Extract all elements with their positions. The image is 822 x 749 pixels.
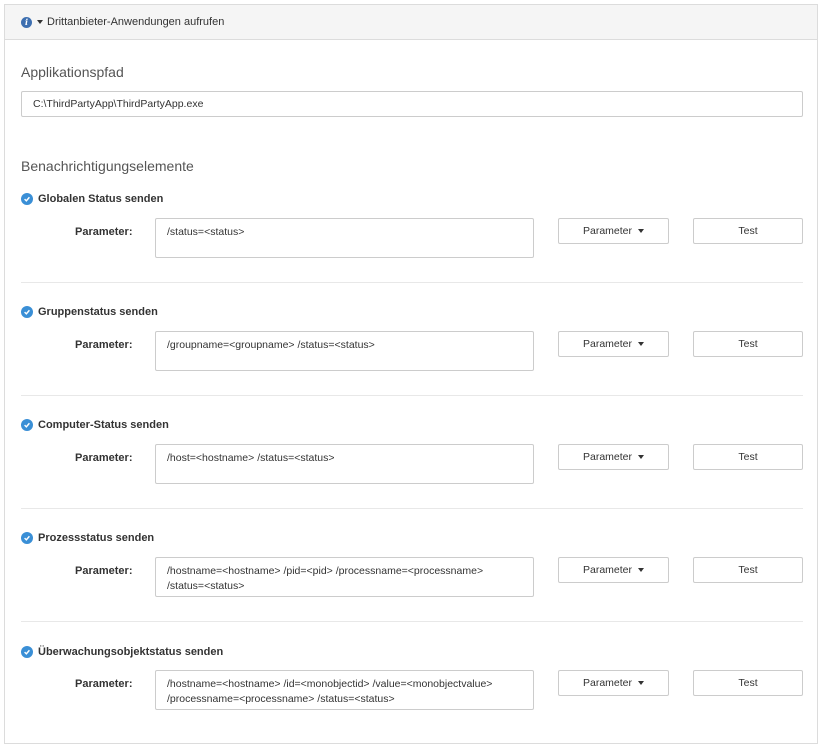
notification-item-group-status: Gruppenstatus senden Parameter: /groupna…: [21, 305, 803, 371]
caret-down-icon: [37, 20, 43, 24]
parameter-label: Parameter:: [75, 678, 133, 690]
checkbox-checked-icon[interactable]: [21, 306, 33, 318]
divider: [21, 395, 803, 396]
divider: [21, 508, 803, 509]
caret-down-icon: [638, 342, 645, 346]
notification-label: Computer-Status senden: [38, 419, 169, 431]
panel-title: Drittanbieter-Anwendungen aufrufen: [47, 16, 225, 28]
test-button[interactable]: Test: [693, 557, 803, 583]
caret-down-icon: [638, 681, 645, 685]
parameter-label: Parameter:: [75, 226, 133, 238]
parameter-textarea[interactable]: /groupname=<groupname> /status=<status>: [155, 331, 534, 371]
parameter-dropdown-button[interactable]: Parameter: [558, 670, 669, 696]
caret-down-icon: [638, 455, 645, 459]
panel-header[interactable]: i Drittanbieter-Anwendungen aufrufen: [5, 5, 817, 40]
divider: [21, 282, 803, 283]
parameter-textarea[interactable]: /hostname=<hostname> /id=<monobjectid> /…: [155, 670, 534, 710]
parameter-textarea[interactable]: /host=<hostname> /status=<status>: [155, 444, 534, 484]
parameter-button-label: Parameter: [582, 338, 633, 350]
notification-item-computer-status: Computer-Status senden Parameter: /host=…: [21, 418, 803, 484]
parameter-dropdown-button[interactable]: Parameter: [558, 218, 669, 244]
application-path-input[interactable]: C:\ThirdPartyApp\ThirdPartyApp.exe: [21, 91, 803, 117]
notification-label: Gruppenstatus senden: [38, 306, 158, 318]
notification-item-monitoring-object-status: Überwachungsobjektstatus senden Paramete…: [21, 645, 803, 710]
third-party-panel: i Drittanbieter-Anwendungen aufrufen App…: [4, 4, 818, 744]
checkbox-checked-icon[interactable]: [21, 532, 33, 544]
notification-label: Prozessstatus senden: [38, 532, 155, 544]
info-icon: i: [21, 16, 32, 28]
notification-label: Globalen Status senden: [38, 193, 164, 205]
notification-item-global-status: Globalen Status senden Parameter: /statu…: [21, 192, 803, 258]
notifications-title: Benachrichtigungselemente: [21, 158, 194, 174]
caret-down-icon: [638, 229, 645, 233]
divider: [21, 621, 803, 622]
parameter-button-label: Parameter: [582, 677, 633, 689]
parameter-label: Parameter:: [75, 452, 133, 464]
test-button[interactable]: Test: [693, 444, 803, 470]
checkbox-checked-icon[interactable]: [21, 419, 33, 431]
parameter-dropdown-button[interactable]: Parameter: [558, 444, 669, 470]
test-button[interactable]: Test: [693, 331, 803, 357]
parameter-dropdown-button[interactable]: Parameter: [558, 331, 669, 357]
application-path-title: Applikationspfad: [21, 64, 124, 80]
parameter-textarea[interactable]: /hostname=<hostname> /pid=<pid> /process…: [155, 557, 534, 597]
caret-down-icon: [638, 568, 645, 572]
test-button[interactable]: Test: [693, 218, 803, 244]
parameter-button-label: Parameter: [582, 451, 633, 463]
parameter-button-label: Parameter: [582, 564, 633, 576]
notification-item-process-status: Prozessstatus senden Parameter: /hostnam…: [21, 531, 803, 597]
parameter-label: Parameter:: [75, 565, 133, 577]
parameter-dropdown-button[interactable]: Parameter: [558, 557, 669, 583]
checkbox-checked-icon[interactable]: [21, 646, 33, 658]
parameter-textarea[interactable]: /status=<status>: [155, 218, 534, 258]
parameter-label: Parameter:: [75, 339, 133, 351]
test-button[interactable]: Test: [693, 670, 803, 696]
checkbox-checked-icon[interactable]: [21, 193, 33, 205]
parameter-button-label: Parameter: [582, 225, 633, 237]
notification-label: Überwachungsobjektstatus senden: [38, 646, 224, 658]
